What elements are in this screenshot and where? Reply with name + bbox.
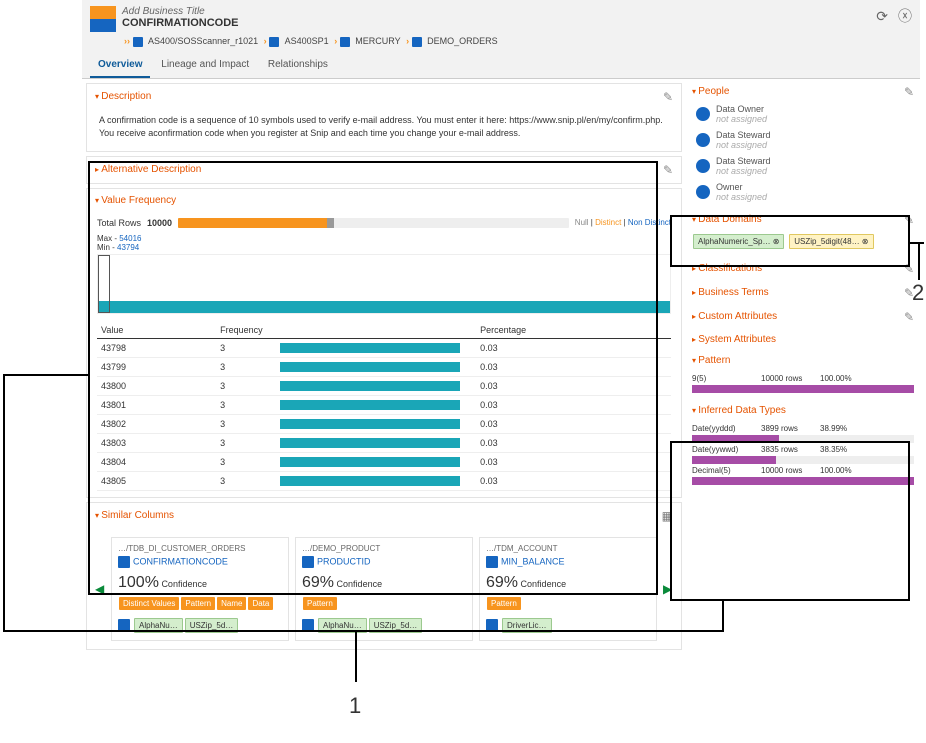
role-label: Data Steward [716,156,771,166]
meter-row: Date(yyddd) 3899 rows 38.99% [692,422,914,435]
column-type-icon [90,6,116,32]
description-panel: Description ✎ A confirmation code is a s… [86,83,682,152]
role-label: Data Steward [716,130,771,140]
not-assigned-label: not assigned [716,114,767,124]
annotation-box-1b [670,441,910,601]
meter-row: 9(5) 10000 rows 100.00% [692,372,914,385]
pattern-title[interactable]: Pattern [692,355,731,366]
annotation-box-2 [670,215,910,267]
people-row: Data Stewardnot assigned [690,153,916,179]
meter-pct: 100.00% [820,374,860,383]
meter-count: 3899 rows [761,424,816,433]
annotation-number-2: 2 [912,280,924,306]
tab-relationships[interactable]: Relationships [260,53,336,76]
pattern-section: Pattern 9(5) 10000 rows 100.00% [690,353,916,397]
idt-title[interactable]: Inferred Data Types [692,405,786,416]
business-title-placeholder[interactable]: Add Business Title [122,6,876,17]
asset-header: Add Business Title CONFIRMATIONCODE ⟳ ⓧ [82,0,920,34]
people-row: Data Ownernot assigned [690,101,916,127]
refresh-icon[interactable]: ⟳ [876,8,888,25]
description-title[interactable]: Description [95,91,151,102]
edit-icon[interactable]: ✎ [904,85,914,99]
chevron-icon: ›› [124,36,130,46]
meter-label: 9(5) [692,374,757,383]
match-tag: Pattern [181,597,215,610]
avatar-icon [696,133,710,147]
business-terms-section: Business Terms ✎ [690,284,916,302]
resource-icon [412,37,422,47]
match-tag: Pattern [487,597,521,610]
edit-icon[interactable]: ✎ [904,310,914,324]
avatar-icon [696,185,710,199]
meter-label: Date(yyddd) [692,424,757,433]
resource-icon [133,37,143,47]
custom-attributes-title[interactable]: Custom Attributes [692,311,777,322]
not-assigned-label: not assigned [716,192,767,202]
role-label: Data Owner [716,104,764,114]
breadcrumb-item[interactable]: DEMO_ORDERS [427,36,498,46]
annotation-line [3,374,5,632]
people-row: Ownernot assigned [690,179,916,205]
match-tag: Name [217,597,246,610]
tab-lineage[interactable]: Lineage and Impact [153,53,257,76]
annotation-line [918,244,920,280]
match-tag: Distinct Values [119,597,179,610]
chevron-icon: › [264,36,267,46]
annotation-line [3,630,723,632]
chevron-icon: › [334,36,337,46]
edit-icon[interactable]: ✎ [663,90,673,104]
people-section: People ✎ Data Ownernot assigned Data Ste… [690,83,916,205]
detail-tabs: Overview Lineage and Impact Relationship… [82,53,920,79]
breadcrumb-item[interactable]: MERCURY [355,36,400,46]
annotation-box-1 [88,161,658,595]
system-attributes-title[interactable]: System Attributes [692,334,776,345]
meter-count: 10000 rows [761,374,816,383]
breadcrumb-item[interactable]: AS400SP1 [285,36,329,46]
header-text: Add Business Title CONFIRMATIONCODE [122,6,876,29]
annotation-line [910,242,924,244]
annotation-line [722,601,724,632]
tab-overview[interactable]: Overview [90,53,150,78]
annotation-line [355,630,357,682]
resource-icon [340,37,350,47]
business-terms-title[interactable]: Business Terms [692,287,769,298]
description-body: A confirmation code is a sequence of 10 … [87,110,681,151]
match-tag: Pattern [303,597,337,610]
avatar-icon [696,159,710,173]
not-assigned-label: not assigned [716,166,767,176]
role-label: Owner [716,182,743,192]
asset-name: CONFIRMATIONCODE [122,17,876,29]
people-title[interactable]: People [692,86,729,97]
avatar-icon [696,107,710,121]
meter-bar [692,385,914,393]
chevron-icon: › [406,36,409,46]
system-attributes-section: System Attributes [690,332,916,347]
close-icon[interactable]: ⓧ [898,6,912,26]
edit-icon[interactable]: ✎ [663,163,673,177]
annotation-line [3,374,88,376]
custom-attributes-section: Custom Attributes ✎ [690,308,916,326]
match-tag: Data [248,597,273,610]
resource-icon [269,37,279,47]
breadcrumb-item[interactable]: AS400/SOSScanner_r1021 [148,36,258,46]
annotation-number-1: 1 [349,693,361,719]
people-row: Data Stewardnot assigned [690,127,916,153]
not-assigned-label: not assigned [716,140,767,150]
breadcrumb: ›› AS400/SOSScanner_r1021 › AS400SP1 › M… [82,34,920,53]
meter-pct: 38.99% [820,424,860,433]
